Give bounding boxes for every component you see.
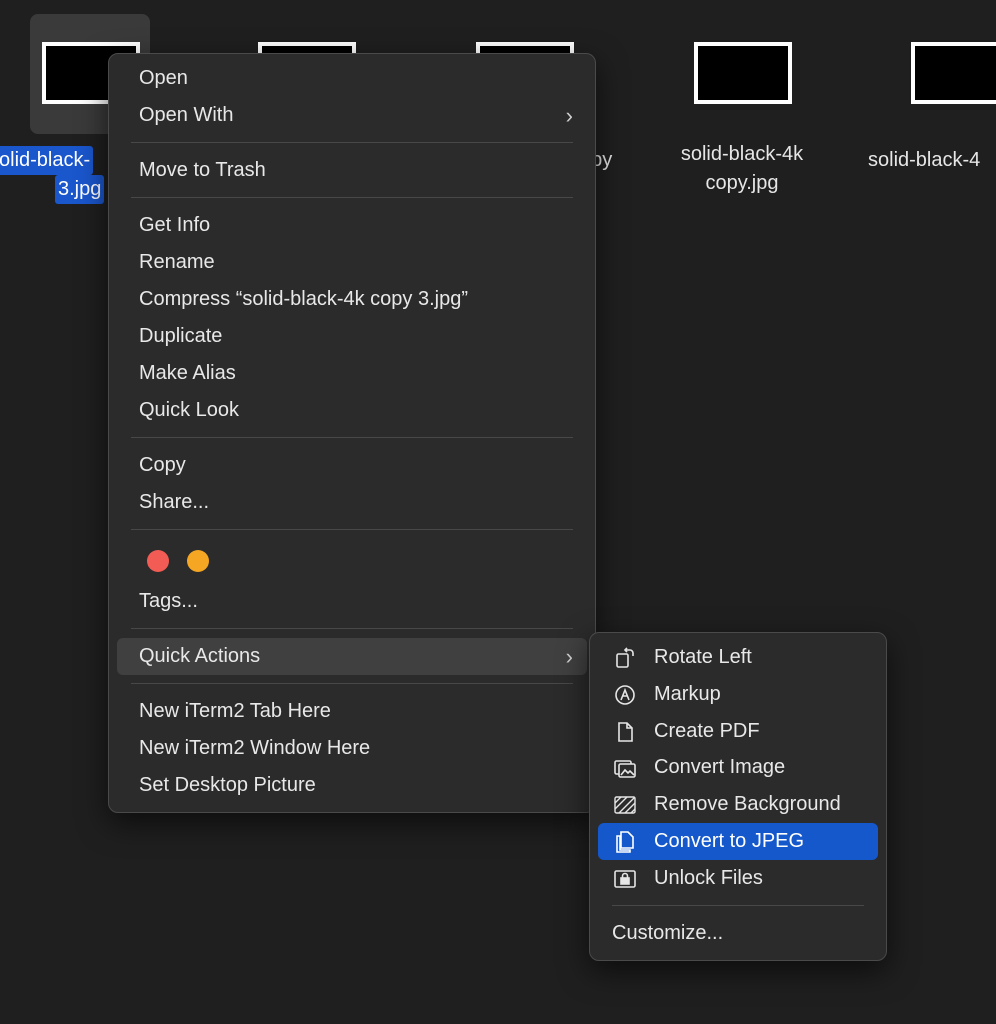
- menu-separator: [131, 628, 573, 629]
- menu-item-new-iterm-window[interactable]: New iTerm2 Window Here: [117, 730, 587, 767]
- submenu-item-rotate-left[interactable]: Rotate Left: [598, 639, 878, 676]
- file-item[interactable]: [885, 14, 996, 134]
- submenu-item-label: Rotate Left: [654, 646, 752, 668]
- menu-item-open[interactable]: Open: [117, 60, 587, 97]
- menu-item-copy[interactable]: Copy: [117, 447, 587, 484]
- menu-item-new-iterm-tab[interactable]: New iTerm2 Tab Here: [117, 693, 587, 730]
- menu-item-label: Open With: [139, 104, 234, 126]
- menu-item-duplicate[interactable]: Duplicate: [117, 318, 587, 355]
- menu-item-open-with[interactable]: Open With ›: [117, 97, 587, 134]
- submenu-item-label: Unlock Files: [654, 866, 763, 889]
- file-name-line2: 3.jpg: [55, 175, 105, 204]
- submenu-item-label: Remove Background: [654, 793, 841, 816]
- menu-item-get-info[interactable]: Get Info: [117, 207, 587, 244]
- lock-icon: [614, 869, 636, 888]
- chevron-right-icon: ›: [565, 103, 573, 128]
- submenu-item-label: Create PDF: [654, 719, 760, 742]
- submenu-item-convert-image[interactable]: Convert Image: [598, 749, 878, 786]
- submenu-item-unlock-files[interactable]: Unlock Files: [598, 860, 878, 897]
- document-icon: [618, 721, 633, 742]
- remove-background-icon: [614, 796, 636, 814]
- menu-item-make-alias[interactable]: Make Alias: [117, 355, 587, 392]
- submenu-item-create-pdf[interactable]: Create PDF: [598, 713, 878, 750]
- menu-item-move-to-trash[interactable]: Move to Trash: [117, 152, 587, 189]
- menu-item-quick-actions[interactable]: Quick Actions ›: [117, 638, 587, 675]
- menu-separator: [131, 197, 573, 198]
- file-name[interactable]: solid-black-4k copy.jpg: [668, 140, 816, 198]
- menu-item-quick-look[interactable]: Quick Look: [117, 392, 587, 429]
- submenu-item-label: Convert Image: [654, 756, 786, 779]
- tag-colors-row: [117, 539, 587, 583]
- tag-orange-dot[interactable]: [187, 550, 209, 572]
- menu-item-tags[interactable]: Tags...: [117, 583, 587, 620]
- rotate-left-icon: [616, 647, 634, 668]
- quick-actions-submenu: Rotate Left Markup Create PDF Convert Im…: [589, 632, 887, 961]
- menu-separator: [131, 142, 573, 143]
- file-name-line1: solid-black-4k: [680, 143, 804, 165]
- file-name-line2: copy.jpg: [705, 172, 779, 194]
- chevron-right-icon: ›: [565, 644, 573, 669]
- file-name-line1: olid-black-: [0, 146, 94, 175]
- file-name[interactable]: solid-black-4: [868, 146, 980, 175]
- menu-item-set-desktop-picture[interactable]: Set Desktop Picture: [117, 767, 587, 804]
- menu-item-label: Quick Actions: [139, 645, 261, 667]
- submenu-item-convert-to-jpeg[interactable]: Convert to JPEG: [598, 822, 878, 860]
- menu-separator: [131, 683, 573, 684]
- menu-item-compress[interactable]: Compress “solid-black-4k copy 3.jpg”: [117, 281, 587, 318]
- submenu-item-label: Markup: [654, 682, 721, 705]
- submenu-item-remove-background[interactable]: Remove Background: [598, 786, 878, 823]
- menu-item-share[interactable]: Share...: [117, 484, 587, 521]
- images-icon: [614, 760, 636, 779]
- menu-item-rename[interactable]: Rename: [117, 244, 587, 281]
- menu-separator: [131, 437, 573, 438]
- tag-red-dot[interactable]: [147, 550, 169, 572]
- markup-icon: [615, 684, 635, 705]
- file-thumbnail: [694, 42, 792, 104]
- file-thumbnail: [911, 42, 996, 104]
- menu-separator: [612, 904, 864, 906]
- context-menu: Open Open With › Move to Trash Get Info …: [108, 53, 596, 813]
- menu-separator: [131, 529, 573, 530]
- submenu-item-markup[interactable]: Markup: [598, 676, 878, 713]
- submenu-item-customize[interactable]: Customize...: [598, 915, 878, 952]
- documents-icon: [616, 831, 634, 853]
- submenu-item-label: Convert to JPEG: [654, 829, 805, 852]
- file-item[interactable]: solid-black-4k copy.jpg: [668, 14, 816, 198]
